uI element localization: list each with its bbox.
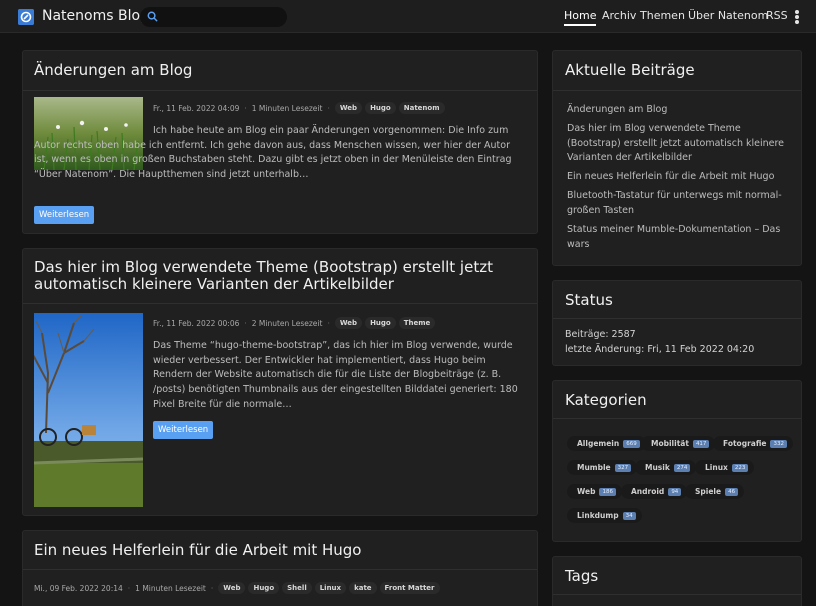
recent-posts-widget: Aktuelle Beiträge Änderungen am Blog Das… xyxy=(552,50,802,266)
tag[interactable]: Hugo xyxy=(365,102,396,114)
count-badge: 34 xyxy=(622,511,636,520)
count-badge: 327 xyxy=(614,463,632,472)
post-meta: Mi., 09 Feb. 2022 20:14 · 1 Minuten Lesez… xyxy=(34,582,443,594)
nav-ueber-natenom[interactable]: Über Natenom xyxy=(688,9,768,22)
tag[interactable]: Hugo xyxy=(248,582,280,594)
logo-icon[interactable] xyxy=(18,9,34,25)
recent-post-link[interactable]: Ein neues Helferlein für die Arbeit mit … xyxy=(567,170,797,185)
post-excerpt: Ich habe heute am Blog ein paar Änderung… xyxy=(34,125,512,181)
tag[interactable]: Front Matter xyxy=(379,582,440,594)
tag[interactable]: Theme xyxy=(398,317,436,329)
tag[interactable]: Hugo xyxy=(365,317,396,329)
count-badge: 417 xyxy=(692,439,710,448)
widget-title: Kategorien xyxy=(565,391,647,409)
widget-title: Aktuelle Beiträge xyxy=(565,61,695,79)
post-meta: Fr., 11 Feb. 2022 04:09 · 1 Minuten Lesez… xyxy=(153,102,448,114)
widget-title: Status xyxy=(565,291,613,309)
count-badge: 46 xyxy=(725,487,739,496)
tag[interactable]: Web xyxy=(218,582,246,594)
post-count: Beiträge: 2587 xyxy=(565,329,636,340)
category-chip[interactable]: Allgemein 669 xyxy=(567,436,646,451)
nav-archiv[interactable]: Archiv xyxy=(602,9,636,22)
count-badge: 94 xyxy=(668,487,682,496)
tag[interactable]: Shell xyxy=(282,582,312,594)
post-reading-time: 1 Minuten Lesezeit xyxy=(135,583,206,593)
post-reading-time: 2 Minuten Lesezeit xyxy=(251,318,323,328)
search-input[interactable] xyxy=(162,7,282,27)
tag[interactable]: Linux xyxy=(314,582,347,594)
tag[interactable]: Web xyxy=(334,102,363,114)
post-card: Das hier im Blog verwendete Theme (Boots… xyxy=(22,248,538,516)
recent-post-link[interactable]: Status meiner Mumble-Dokumentation – Das… xyxy=(567,223,797,252)
brand-link[interactable]: Natenoms Blog xyxy=(42,8,149,24)
read-more-button[interactable]: Weiterlesen xyxy=(153,421,214,439)
count-badge: 332 xyxy=(770,439,787,448)
category-chip[interactable]: Fotografie 332 xyxy=(713,436,793,451)
tags-widget: Tags xyxy=(552,556,802,606)
widget-title: Tags xyxy=(565,567,599,585)
nav-themen[interactable]: Themen xyxy=(640,9,685,22)
categories-widget: Kategorien Allgemein 669 Mobilität 417 Fot… xyxy=(552,380,802,542)
category-chip[interactable]: Web 186 xyxy=(567,484,622,499)
post-thumbnail[interactable] xyxy=(34,313,143,507)
navbar: Natenoms Blog Home Archiv Themen Über Na… xyxy=(0,0,816,33)
post-title[interactable]: Ein neues Helferlein für die Arbeit mit … xyxy=(34,542,361,559)
post-card: Änderungen am Blog Fr., 11 Feb. 2022 04:… xyxy=(22,50,538,234)
post-date: Mi., 09 Feb. 2022 20:14 xyxy=(34,583,123,593)
tag[interactable]: Web xyxy=(334,317,363,329)
post-title[interactable]: Das hier im Blog verwendete Theme (Boots… xyxy=(34,259,504,293)
tag[interactable]: kate xyxy=(349,582,377,594)
post-title[interactable]: Änderungen am Blog xyxy=(34,62,192,79)
last-change: letzte Änderung: Fri, 11 Feb 2022 04:20 xyxy=(565,344,755,355)
post-reading-time: 1 Minuten Lesezeit xyxy=(251,103,323,113)
count-badge: 669 xyxy=(623,439,640,448)
category-chip[interactable]: Linux 223 xyxy=(695,460,755,475)
status-widget: Status Beiträge: 2587 letzte Änderung: F… xyxy=(552,280,802,366)
post-excerpt: Das Theme “hugo-theme-bootstrap”, das ic… xyxy=(153,340,518,410)
more-menu-icon[interactable] xyxy=(795,10,799,24)
category-chip[interactable]: Mobilität 417 xyxy=(641,436,716,451)
search-box[interactable] xyxy=(140,7,287,27)
search-icon[interactable] xyxy=(147,11,158,22)
category-chip[interactable]: Musik 274 xyxy=(635,460,697,475)
post-card: Ein neues Helferlein für die Arbeit mit … xyxy=(22,530,538,606)
count-badge: 223 xyxy=(731,463,749,472)
recent-post-link[interactable]: Das hier im Blog verwendete Theme (Boots… xyxy=(567,122,797,166)
nav-rss[interactable]: RSS xyxy=(766,9,788,22)
post-date: Fr., 11 Feb. 2022 00:06 xyxy=(153,318,240,328)
category-chip[interactable]: Android 94 xyxy=(621,484,688,499)
category-chip[interactable]: Mumble 327 xyxy=(567,460,638,475)
recent-post-link[interactable]: Änderungen am Blog xyxy=(567,103,797,118)
post-date: Fr., 11 Feb. 2022 04:09 xyxy=(153,103,240,113)
post-meta: Fr., 11 Feb. 2022 00:06 · 2 Minuten Lesez… xyxy=(153,317,438,329)
category-chip[interactable]: Spiele 46 xyxy=(685,484,745,499)
nav-home[interactable]: Home xyxy=(564,9,597,26)
count-badge: 274 xyxy=(673,463,691,472)
category-chip[interactable]: Linkdump 34 xyxy=(567,508,642,523)
read-more-button[interactable]: Weiterlesen xyxy=(34,206,95,224)
count-badge: 186 xyxy=(599,487,616,496)
recent-post-link[interactable]: Bluetooth-Tastatur für unterwegs mit nor… xyxy=(567,189,797,218)
tag[interactable]: Natenom xyxy=(398,102,445,114)
